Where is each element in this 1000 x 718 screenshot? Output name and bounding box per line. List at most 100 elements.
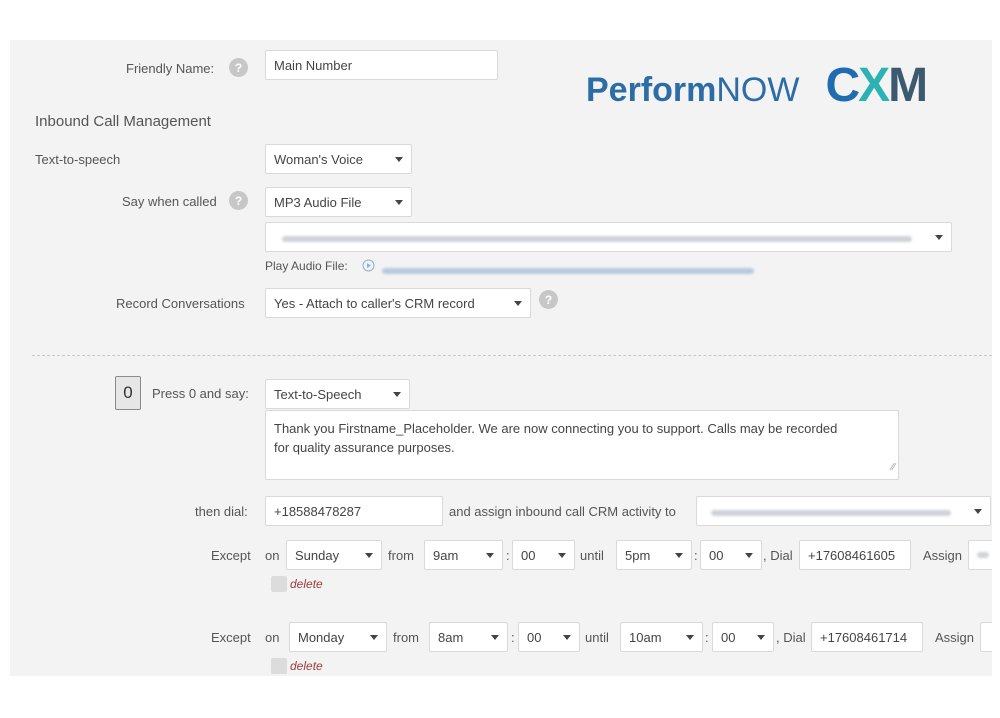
friendly-name-label: Friendly Name: <box>126 61 215 76</box>
exception-day-value: Monday <box>298 629 345 645</box>
record-conversations-value: Yes - Attach to caller's CRM record <box>274 295 475 311</box>
except-label: Except <box>211 630 251 645</box>
caret-down-icon <box>395 199 403 205</box>
friendly-name-value: Main Number <box>274 57 353 73</box>
until-hour-value: 10am <box>629 629 662 645</box>
section-divider <box>32 355 992 356</box>
exception-dial-input[interactable]: +17608461714 <box>811 622 923 652</box>
press-key-label: Press 0 and say: <box>152 386 249 401</box>
dial-number-input[interactable]: +18588478287 <box>265 496 443 526</box>
on-label: on <box>265 548 280 563</box>
message-line-1: Thank you Firstname_Placeholder. We are … <box>274 421 838 436</box>
record-conversations-label: Record Conversations <box>116 296 245 311</box>
caret-down-icon <box>370 634 378 640</box>
from-hour-value: 8am <box>438 629 464 645</box>
delete-label: delete <box>290 659 323 673</box>
audio-file-dropdown[interactable] <box>265 222 952 252</box>
say-type-value: Text-to-Speech <box>274 386 362 402</box>
menu-key-value: 0 <box>123 383 133 402</box>
caret-down-icon <box>514 300 522 306</box>
then-dial-label: then dial: <box>195 504 248 519</box>
resize-handle-icon[interactable]: ∕∕ <box>892 458 895 477</box>
exception-dial-value: +17608461605 <box>808 547 896 563</box>
logo-perform-text: Perform <box>586 71 717 109</box>
until-minute-value: 00 <box>709 547 724 563</box>
logo-now-text: NOW <box>716 71 800 109</box>
caret-down-icon <box>757 634 765 640</box>
delete-checkbox[interactable] <box>271 658 287 674</box>
exception-assign-dropdown[interactable] <box>968 540 992 570</box>
caret-down-icon <box>558 552 566 558</box>
tts-voice-value: Woman's Voice <box>274 151 363 167</box>
from-minute-dropdown[interactable]: 00 <box>512 540 575 570</box>
caret-down-icon <box>365 552 373 558</box>
from-label: from <box>388 548 414 563</box>
tts-label: Text-to-speech <box>35 152 121 167</box>
say-when-called-value: MP3 Audio File <box>274 194 362 210</box>
caret-down-icon <box>745 552 753 558</box>
until-minute-dropdown[interactable]: 00 <box>712 622 774 652</box>
time-colon: : <box>511 630 515 645</box>
until-hour-dropdown[interactable]: 5pm <box>616 540 692 570</box>
logo-c-letter: C <box>825 59 860 112</box>
say-when-called-help-icon[interactable]: ? <box>229 191 248 210</box>
say-when-called-dropdown[interactable]: MP3 Audio File <box>265 187 412 217</box>
say-type-dropdown[interactable]: Text-to-Speech <box>265 379 410 409</box>
until-hour-dropdown[interactable]: 10am <box>620 622 703 652</box>
time-colon: : <box>694 548 698 563</box>
section-title: Inbound Call Management <box>35 113 211 130</box>
assign-user-blurred-value <box>705 504 951 519</box>
assign-label: Assign <box>923 548 963 563</box>
play-audio-link[interactable] <box>382 262 754 277</box>
dial-number-value: +18588478287 <box>274 503 362 519</box>
exception-dial-value: +17608461714 <box>820 629 908 645</box>
play-audio-label: Play Audio File: <box>265 259 348 273</box>
exception-day-dropdown[interactable]: Sunday <box>286 540 382 570</box>
assign-activity-label: and assign inbound call CRM activity to <box>449 504 676 519</box>
caret-down-icon <box>675 552 683 558</box>
call-settings-panel: Friendly Name: ? Main Number Inbound Cal… <box>10 40 992 676</box>
on-label: on <box>265 630 280 645</box>
until-label: until <box>585 630 609 645</box>
caret-down-icon <box>491 634 499 640</box>
exception-day-dropdown[interactable]: Monday <box>289 622 387 652</box>
exception-assign-dropdown[interactable] <box>980 622 992 652</box>
tts-voice-dropdown[interactable]: Woman's Voice <box>265 144 412 174</box>
time-colon: : <box>705 630 709 645</box>
record-conversations-help-icon[interactable]: ? <box>539 290 558 309</box>
record-conversations-dropdown[interactable]: Yes - Attach to caller's CRM record <box>265 288 531 318</box>
from-minute-value: 00 <box>521 547 536 563</box>
exception-day-value: Sunday <box>295 547 340 563</box>
caret-down-icon <box>395 156 403 162</box>
audio-file-blurred-value <box>274 230 912 245</box>
exception-dial-input[interactable]: +17608461605 <box>799 540 911 570</box>
from-minute-dropdown[interactable]: 00 <box>518 622 580 652</box>
until-minute-dropdown[interactable]: 00 <box>700 540 762 570</box>
caret-down-icon <box>686 634 694 640</box>
performnow-cxm-logo: Perform NOW CXM <box>586 58 928 113</box>
logo-cxm-mark: CXM <box>825 58 928 113</box>
friendly-name-help-icon[interactable]: ? <box>229 58 248 77</box>
say-when-called-label: Say when called <box>122 194 217 209</box>
logo-x-letter: X <box>858 59 890 112</box>
menu-key-box[interactable]: 0 <box>115 376 141 410</box>
caret-down-icon <box>935 234 943 240</box>
except-label: Except <box>211 548 251 563</box>
from-hour-dropdown[interactable]: 9am <box>424 540 503 570</box>
from-label: from <box>393 630 419 645</box>
from-hour-dropdown[interactable]: 8am <box>429 622 508 652</box>
assign-user-dropdown[interactable] <box>696 496 991 526</box>
logo-m-letter: M <box>888 59 928 112</box>
delete-label: delete <box>290 577 323 591</box>
caret-down-icon <box>486 552 494 558</box>
from-hour-value: 9am <box>433 547 459 563</box>
from-minute-value: 00 <box>527 629 542 645</box>
play-circle-icon[interactable] <box>362 259 375 272</box>
message-textarea[interactable]: Thank you Firstname_Placeholder. We are … <box>265 410 899 480</box>
dial-label: , Dial <box>763 548 793 563</box>
friendly-name-input[interactable]: Main Number <box>265 50 498 80</box>
delete-checkbox[interactable] <box>271 576 287 592</box>
dial-label: , Dial <box>776 630 806 645</box>
until-label: until <box>580 548 604 563</box>
caret-down-icon <box>563 634 571 640</box>
